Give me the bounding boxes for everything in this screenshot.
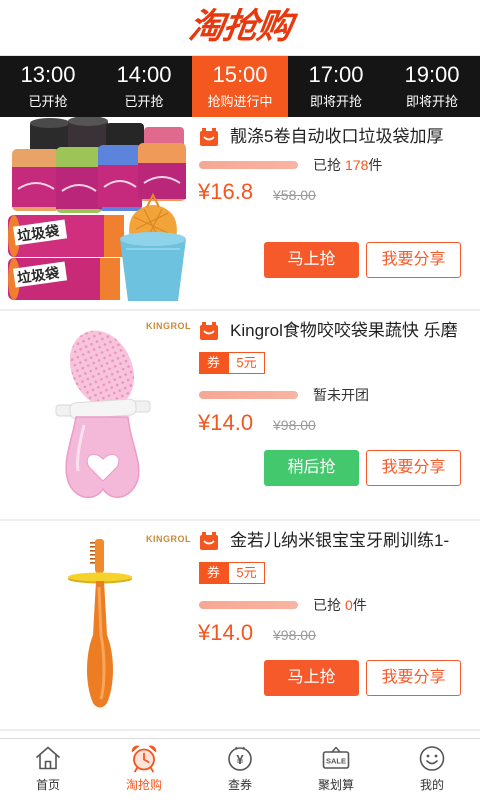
sold-label: 已抢 bbox=[313, 597, 341, 613]
app-header: 淘抢购 bbox=[0, 0, 480, 56]
nav-item-home[interactable]: 首页 bbox=[0, 739, 96, 800]
sold-unit: 件 bbox=[368, 157, 383, 173]
share-button[interactable]: 我要分享 bbox=[366, 242, 461, 278]
sale-progress-bar bbox=[199, 161, 298, 169]
shop-bag-icon bbox=[200, 128, 218, 146]
sale-price: ¥16.8 bbox=[198, 179, 254, 204]
original-price: ¥98.00 bbox=[273, 627, 316, 643]
brand-logo: KINGROL bbox=[146, 321, 191, 331]
tab-status: 即将开抢 bbox=[405, 94, 458, 109]
sale-text: SALE bbox=[326, 757, 346, 766]
time-slot-tabs: 13:00 已开抢 14:00 已开抢 15:00 抢购进行中 17:00 即将… bbox=[0, 56, 480, 117]
sold-status: 已抢 0件 bbox=[313, 595, 367, 615]
original-price: ¥98.00 bbox=[273, 417, 316, 433]
original-price: ¥58.00 bbox=[273, 187, 316, 203]
sale-tag-icon: SALE bbox=[322, 746, 350, 769]
sold-count: 178 bbox=[345, 157, 369, 173]
coupon-value: 5元 bbox=[228, 562, 265, 584]
home-icon bbox=[35, 746, 61, 770]
coupon-value: 5元 bbox=[228, 352, 265, 374]
shop-bag-icon bbox=[200, 532, 218, 550]
nav-item-group-buy[interactable]: SALE 聚划算 bbox=[288, 739, 384, 800]
alarm-clock-icon bbox=[131, 745, 157, 773]
tab-time: 17:00 bbox=[308, 62, 364, 87]
nav-label: 我的 bbox=[419, 778, 444, 792]
tab-status: 即将开抢 bbox=[309, 94, 362, 109]
product-title[interactable]: Kingrol食物咬咬袋果蔬快 乐磨 bbox=[230, 320, 476, 342]
sold-unit: 件 bbox=[352, 597, 367, 613]
sale-progress-bar bbox=[199, 391, 298, 399]
coupon-badge: 券 5元 bbox=[199, 562, 265, 584]
coupon-badge: 券 5元 bbox=[199, 352, 265, 374]
smiley-face-icon bbox=[419, 746, 445, 771]
sale-price: ¥14.0 bbox=[198, 410, 254, 435]
sale-status: 暂未开团 bbox=[313, 387, 369, 403]
tab-time: 15:00 bbox=[212, 62, 268, 87]
nav-item-flash-sale[interactable]: 淘抢购 bbox=[96, 739, 192, 800]
sold-label: 已抢 bbox=[313, 157, 341, 173]
sale-price: ¥14.0 bbox=[198, 620, 254, 645]
app-logo: 淘抢购 bbox=[186, 7, 294, 46]
tab-14-00[interactable]: 14:00 已开抢 bbox=[96, 56, 192, 117]
coupon-coin-icon: ¥ bbox=[228, 746, 252, 771]
shop-bag-icon bbox=[200, 322, 218, 340]
sold-status: 已抢 178件 bbox=[313, 155, 382, 175]
buy-now-button[interactable]: 马上抢 bbox=[264, 242, 359, 278]
tab-status: 抢购进行中 bbox=[207, 94, 273, 109]
brand-logo: KINGROL bbox=[146, 534, 191, 544]
tab-time: 13:00 bbox=[20, 62, 76, 87]
nav-label: 首页 bbox=[35, 778, 60, 792]
tab-status: 已开抢 bbox=[124, 94, 164, 109]
nav-item-mine[interactable]: 我的 bbox=[384, 739, 480, 800]
baby-food-feeder-image[interactable] bbox=[40, 321, 180, 507]
nav-label: 淘抢购 bbox=[125, 778, 162, 792]
tab-status: 已开抢 bbox=[28, 94, 68, 109]
coupon-label: 券 bbox=[199, 352, 228, 374]
tab-15-00[interactable]: 15:00 抢购进行中 bbox=[192, 56, 288, 117]
product-card: KINGROL Kingrol食物咬咬袋果蔬快 乐磨 券 5元 暂未开团 ¥14… bbox=[0, 311, 480, 521]
tab-17-00[interactable]: 17:00 即将开抢 bbox=[288, 56, 384, 117]
share-button[interactable]: 我要分享 bbox=[366, 660, 461, 696]
product-card: KINGROL 金若儿纳米银宝宝牙刷训练1- 券 5元 已抢 0件 ¥14.0 ¥… bbox=[0, 521, 480, 731]
bottom-nav: 首页 淘抢购 ¥ 查券 SALE 聚划算 我的 bbox=[0, 738, 480, 800]
garbage-bags-image[interactable]: 垃圾袋 垃圾袋 bbox=[8, 117, 192, 303]
baby-toothbrush-image[interactable] bbox=[55, 535, 145, 715]
nav-label: 聚划算 bbox=[317, 778, 354, 792]
tab-time: 19:00 bbox=[404, 62, 460, 87]
sold-count: 0 bbox=[345, 597, 353, 613]
product-card: 垃圾袋 垃圾袋 靓涤5卷自动收口垃圾袋加厚 已抢 178件 ¥16.8 ¥58.… bbox=[0, 117, 480, 311]
share-button[interactable]: 我要分享 bbox=[366, 450, 461, 486]
tab-time: 14:00 bbox=[116, 62, 172, 87]
buy-later-button[interactable]: 稍后抢 bbox=[264, 450, 359, 486]
nav-item-coupons[interactable]: ¥ 查券 bbox=[192, 739, 288, 800]
sale-progress-bar bbox=[199, 601, 298, 609]
buy-now-button[interactable]: 马上抢 bbox=[264, 660, 359, 696]
product-title[interactable]: 金若儿纳米银宝宝牙刷训练1- bbox=[230, 530, 476, 552]
product-title[interactable]: 靓涤5卷自动收口垃圾袋加厚 bbox=[230, 126, 476, 148]
tab-13-00[interactable]: 13:00 已开抢 bbox=[0, 56, 96, 117]
coupon-label: 券 bbox=[199, 562, 228, 584]
app-screen: 淘抢购 13:00 已开抢 14:00 已开抢 15:00 抢购进行中 17:0… bbox=[0, 0, 480, 800]
coin-symbol: ¥ bbox=[236, 752, 244, 767]
nav-label: 查券 bbox=[227, 778, 252, 792]
tab-19-00[interactable]: 19:00 即将开抢 bbox=[384, 56, 480, 117]
